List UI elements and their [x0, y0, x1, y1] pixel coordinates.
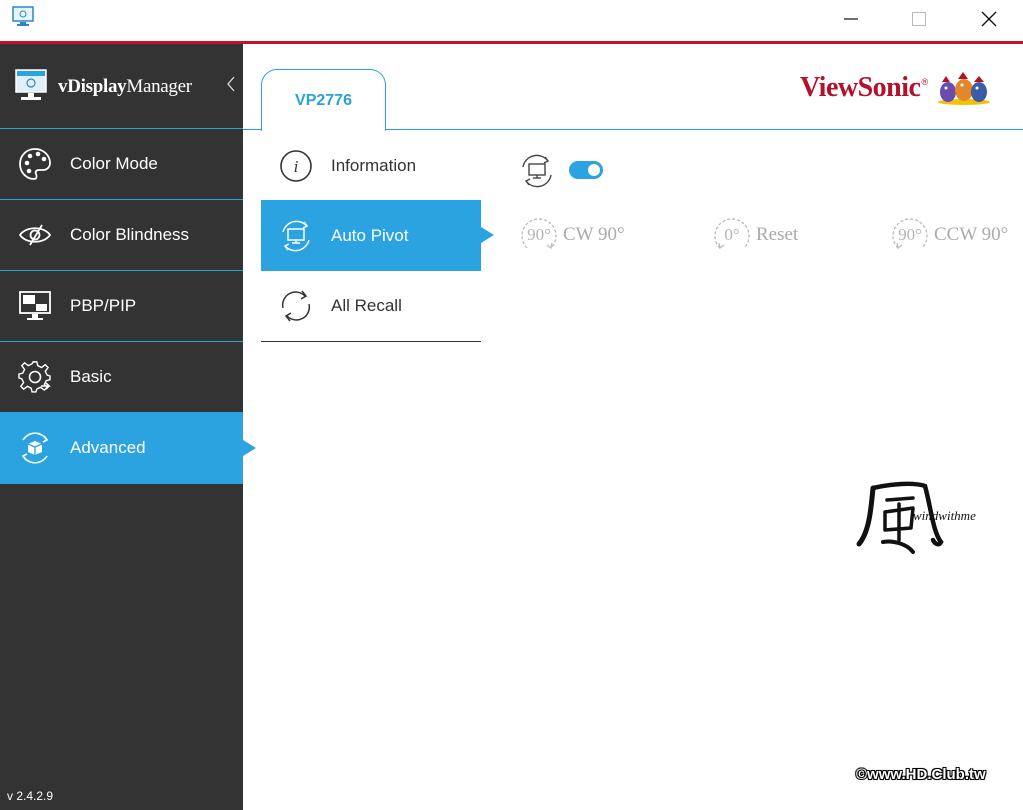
- sidebar-item-label: Advanced: [70, 438, 146, 457]
- viewsonic-birds-icon: [938, 72, 991, 105]
- chevron-left-icon[interactable]: [226, 76, 236, 92]
- advanced-box-icon: [21, 432, 49, 464]
- sidebar-item-color-blindness[interactable]: Color Blindness: [0, 200, 243, 271]
- sidebar-item-label: Color Blindness: [70, 225, 190, 244]
- submenu-item-label: All Recall: [331, 296, 402, 315]
- minimize-button[interactable]: [828, 0, 874, 38]
- rotate-ccw-label: CCW 90°: [934, 224, 1009, 245]
- copyright-watermark: ©www.HD.Club.tw: [856, 766, 986, 783]
- title-bar: [0, 0, 1023, 41]
- app-monitor-icon: [12, 6, 34, 26]
- brand-name: ViewSonic: [800, 72, 921, 103]
- registered-mark: ®: [921, 77, 929, 87]
- sidebar-item-color-mode[interactable]: Color Mode: [0, 129, 243, 200]
- tab-monitor-vp2776[interactable]: VP2776: [261, 69, 386, 131]
- submenu-item-information[interactable]: i Information: [261, 130, 481, 201]
- app-brand: vDisplayManager: [0, 44, 243, 129]
- watermark-signature: windwithme: [855, 470, 1005, 560]
- rotate-reset-label: Reset: [756, 224, 799, 245]
- close-button[interactable]: [966, 0, 1012, 38]
- palette-icon: [19, 148, 51, 180]
- minimize-icon: [844, 18, 858, 20]
- maximize-button[interactable]: [896, 0, 942, 38]
- rotate-reset-button[interactable]: 0° Reset: [712, 212, 798, 258]
- toggle-knob: [588, 164, 600, 176]
- sidebar-item-label: Basic: [70, 367, 112, 386]
- sidebar-item-label: Color Mode: [70, 154, 158, 173]
- rotate-cw-90-button[interactable]: 90° CW 90°: [519, 212, 625, 258]
- tab-label: VP2776: [295, 91, 352, 109]
- sidebar-item-advanced[interactable]: Advanced: [0, 412, 256, 484]
- sidebar-item-pbp-pip[interactable]: PBP/PIP: [0, 271, 243, 342]
- sidebar-item-basic[interactable]: Basic: [0, 342, 243, 413]
- auto-pivot-icon: [282, 220, 310, 251]
- app-logo-icon: [15, 69, 47, 100]
- submenu-item-label: Information: [331, 155, 417, 175]
- eye-icon: [18, 224, 52, 246]
- rotate-ccw-icon: 90°: [890, 215, 930, 255]
- sidebar: vDisplayManager Color Mode Color Blindne…: [0, 44, 256, 810]
- app-title: vDisplayManager: [58, 76, 192, 97]
- auto-pivot-status-icon: [522, 154, 552, 188]
- auto-pivot-toggle[interactable]: [569, 161, 603, 179]
- recall-icon: [281, 290, 311, 322]
- close-icon: [981, 11, 997, 27]
- watermark-text: windwithme: [913, 508, 976, 523]
- submenu-item-all-recall[interactable]: All Recall: [261, 271, 481, 342]
- submenu-item-label: Auto Pivot: [331, 225, 409, 245]
- rotate-cw-icon: 90°: [519, 215, 559, 255]
- viewsonic-logo: ViewSonic ®: [800, 68, 992, 108]
- rotate-cw-label: CW 90°: [563, 224, 625, 245]
- svg-text:i: i: [294, 157, 299, 176]
- sidebar-item-label: PBP/PIP: [70, 296, 137, 315]
- pbp-pip-icon: [19, 291, 51, 320]
- rotate-reset-icon: 0°: [712, 215, 752, 255]
- app-version: v 2.4.2.9: [7, 789, 54, 803]
- gear-icon: [18, 361, 51, 393]
- rotate-ccw-90-button[interactable]: 90° CCW 90°: [890, 212, 1008, 258]
- submenu-item-auto-pivot[interactable]: Auto Pivot: [261, 200, 494, 271]
- maximize-icon: [912, 12, 926, 26]
- info-icon: i: [280, 149, 312, 182]
